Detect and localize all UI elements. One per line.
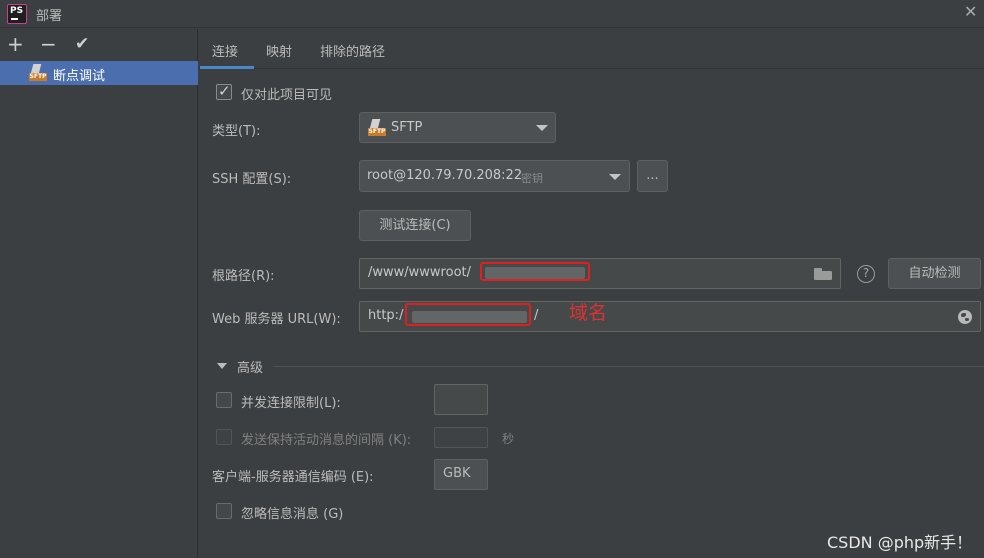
visible-only-project-label: 仅对此项目可见: [241, 88, 333, 103]
ssh-config-label: SSH 配置(S):: [212, 172, 292, 187]
chevron-down-icon: [536, 125, 548, 131]
annotation-box: [480, 262, 590, 281]
auto-detect-button[interactable]: 自动检测: [888, 258, 981, 289]
sftp-icon: SFTP: [29, 64, 47, 81]
ignore-info-checkbox[interactable]: [216, 503, 232, 519]
help-icon[interactable]: ?: [857, 265, 875, 283]
root-path-input[interactable]: /www/wwwroot/: [359, 258, 841, 289]
folder-icon[interactable]: [814, 268, 832, 280]
keepalive-input[interactable]: [434, 427, 488, 448]
type-label: 类型(T):: [212, 124, 261, 139]
tab-mapping[interactable]: 映射: [266, 41, 292, 60]
encoding-value: GBK: [443, 466, 471, 481]
sidebar: [0, 29, 198, 558]
concurrent-limit-checkbox[interactable]: [216, 392, 232, 408]
tab-bar: [199, 29, 984, 69]
tab-connection[interactable]: 连接: [212, 41, 238, 60]
web-url-suffix: /: [534, 308, 539, 323]
ssh-config-more-button[interactable]: ...: [637, 160, 668, 192]
web-url-label: Web 服务器 URL(W):: [212, 312, 341, 327]
remove-button[interactable]: −: [40, 33, 57, 55]
sftp-icon: SFTP: [368, 119, 386, 136]
ssh-config-select[interactable]: root@120.79.70.208:22 密钥: [359, 160, 630, 192]
active-tab-indicator: [200, 66, 254, 69]
type-select[interactable]: SFTP SFTP: [359, 112, 556, 143]
ssh-config-value: root@120.79.70.208:22: [367, 168, 523, 183]
apply-button[interactable]: ✔: [75, 33, 89, 55]
title-bar: [0, 0, 984, 28]
encoding-input[interactable]: GBK: [434, 459, 488, 490]
watermark: CSDN @php新手！: [827, 533, 973, 552]
advanced-title[interactable]: 高级: [237, 357, 263, 376]
window-title: 部署: [36, 9, 63, 24]
root-path-value: /www/wwwroot/: [368, 265, 471, 280]
keepalive-checkbox[interactable]: [216, 429, 232, 445]
sidebar-item-label: 断点调试: [53, 69, 106, 84]
chevron-down-icon: [609, 174, 621, 180]
visible-only-project-checkbox[interactable]: [216, 82, 232, 100]
keepalive-label: 发送保持活动消息的间隔 (K):: [241, 433, 412, 448]
concurrent-limit-label: 并发连接限制(L):: [241, 396, 341, 411]
globe-icon[interactable]: [958, 310, 972, 324]
concurrent-limit-input[interactable]: [434, 384, 488, 415]
section-divider: [274, 366, 984, 367]
sidebar-item-debug[interactable]: SFTP 断点调试: [0, 61, 198, 85]
close-icon[interactable]: ✕: [964, 2, 977, 21]
ssh-config-suffix: 密钥: [521, 172, 543, 185]
phpstorm-logo-icon: PS: [7, 4, 27, 24]
keepalive-unit: 秒: [502, 432, 515, 446]
type-value: SFTP: [391, 120, 423, 135]
ignore-info-label: 忽略信息消息 (G): [241, 507, 344, 522]
annotation-text: 域名: [569, 302, 608, 324]
encoding-label: 客户端-服务器通信编码 (E):: [212, 470, 374, 485]
collapse-triangle-icon[interactable]: [217, 363, 227, 369]
web-url-prefix: http:/: [368, 308, 404, 323]
root-path-label: 根路径(R):: [212, 269, 275, 284]
tab-excluded-paths[interactable]: 排除的路径: [320, 41, 385, 60]
annotation-box: [405, 303, 531, 326]
test-connection-button[interactable]: 测试连接(C): [359, 210, 471, 241]
add-button[interactable]: +: [7, 33, 24, 55]
